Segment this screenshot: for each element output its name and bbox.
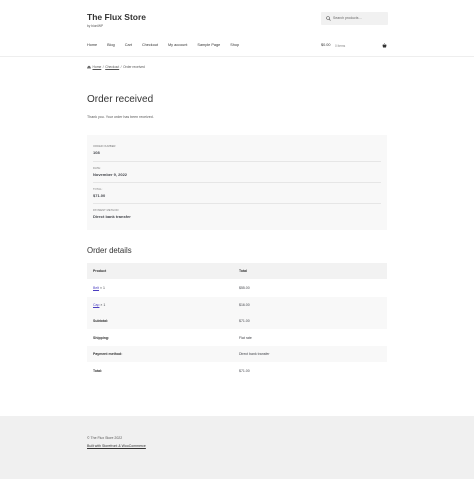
breadcrumb-current: Order received [123, 65, 145, 69]
summary-value: $71.00 [239, 319, 250, 323]
nav-item-home[interactable]: Home [87, 43, 97, 47]
breadcrumb-separator: / [120, 65, 122, 69]
nav-item-sample-page[interactable]: Sample Page [197, 43, 220, 47]
summary-row-total: Total: $71.00 [87, 363, 387, 379]
nav-item-shop[interactable]: Shop [230, 43, 239, 47]
order-total-label: Total: [93, 188, 103, 191]
order-payment-method: Payment method: Direct bank transfer [93, 209, 131, 219]
product-total: $55.00 [239, 286, 250, 290]
table-row: Belt × 1 $55.00 [87, 280, 387, 296]
search-box[interactable]: Search products… [321, 12, 388, 25]
footer-credit-link[interactable]: Built with Storefront & WooCommerce [87, 444, 146, 448]
summary-row-shipping: Shipping: Flat rate [87, 330, 387, 346]
order-number-value: 108 [93, 149, 100, 155]
home-icon [87, 65, 91, 69]
payment-method-label: Payment method: [93, 209, 120, 212]
product-cell: Belt × 1 [93, 286, 105, 290]
cart-item-count[interactable]: 0 items [335, 44, 345, 48]
search-icon [326, 15, 331, 21]
payment-method-value: Direct bank transfer [93, 213, 131, 219]
product-total: $16.00 [239, 302, 250, 307]
breadcrumb-home[interactable]: Home [93, 65, 102, 69]
site-tagline: by bioniWP [87, 24, 104, 28]
summary-row-payment-method: Payment method: Direct bank transfer [87, 346, 387, 363]
site-footer [0, 416, 474, 479]
summary-row-subtotal: Subtotal: $71.00 [87, 313, 387, 330]
summary-label: Shipping: [93, 335, 110, 340]
nav-item-blog[interactable]: Blog [107, 43, 115, 47]
overview-divider [93, 182, 381, 183]
summary-value: Direct bank transfer [239, 352, 270, 356]
summary-label: Subtotal: [93, 319, 109, 323]
breadcrumb: Home / Checkout / Order received [87, 65, 145, 69]
nav-item-cart[interactable]: Cart [125, 43, 132, 47]
product-link-cap[interactable]: Cap [93, 303, 99, 307]
product-link-belt[interactable]: Belt [93, 286, 99, 290]
summary-label: Total: [93, 368, 103, 373]
order-overview: Order number: 108 Date: November 9, 2022… [87, 135, 387, 230]
table-row: Cap × 1 $16.00 [87, 296, 387, 313]
footer-copyright: © The Flux Store 2022 [87, 436, 123, 440]
order-date-value: November 9, 2022 [93, 171, 128, 177]
product-quantity: × 1 [100, 302, 106, 307]
breadcrumb-separator: / [102, 65, 104, 69]
order-date-label: Date: [93, 167, 101, 170]
overview-divider [93, 161, 381, 162]
thank-you-message: Thank you. Your order has been received. [87, 115, 154, 119]
search-input[interactable]: Search products… [333, 16, 362, 20]
order-total: Total: $71.00 [93, 188, 105, 198]
column-header-total: Total [239, 269, 248, 273]
breadcrumb-checkout[interactable]: Checkout [105, 65, 119, 69]
site-title[interactable]: The Flux Store [87, 12, 146, 22]
summary-label: Payment method: [93, 352, 123, 356]
nav-item-checkout[interactable]: Checkout [142, 43, 158, 47]
primary-nav: Home Blog Cart Checkout My account Sampl… [87, 43, 249, 47]
overview-divider [93, 203, 381, 204]
cart-total[interactable]: $0.00 [321, 43, 331, 47]
table-header-row: Product Total [87, 263, 387, 280]
summary-value: $71.00 [239, 368, 250, 373]
order-total-value: $71.00 [93, 192, 106, 198]
column-header-product: Product [93, 269, 107, 273]
order-details-title: Order details [87, 246, 132, 255]
page-title: Order received [87, 94, 154, 105]
order-number-label: Order number: [93, 145, 117, 148]
basket-icon[interactable] [382, 42, 387, 48]
nav-item-my-account[interactable]: My account [168, 43, 187, 47]
product-cell: Cap × 1 [93, 303, 105, 307]
product-quantity: × 1 [100, 286, 105, 290]
header-divider [0, 56, 474, 57]
order-date: Date: November 9, 2022 [93, 167, 127, 177]
summary-value: Flat rate [239, 335, 252, 340]
order-number: Order number: 108 [93, 145, 116, 155]
